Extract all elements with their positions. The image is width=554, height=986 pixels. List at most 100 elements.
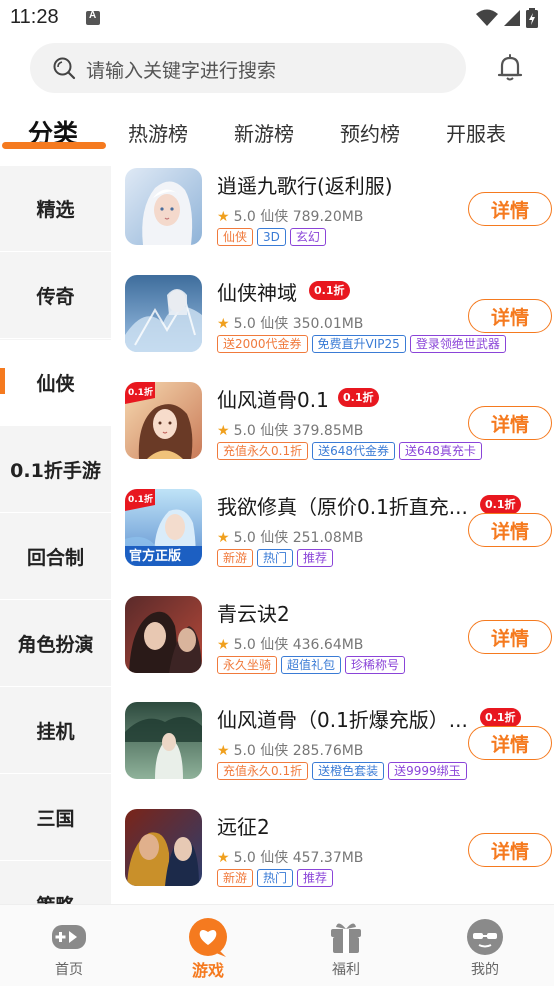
list-item[interactable]: 仙侠神域 0.1折 ★ 5.0 仙侠 350.01MB 送2000代金券 免费直升… bbox=[111, 271, 554, 378]
game-meta: ★ 5.0 仙侠 350.01MB bbox=[217, 313, 363, 333]
game-tag: 热门 bbox=[257, 549, 294, 567]
game-tag: 永久坐骑 bbox=[217, 656, 278, 674]
detail-button[interactable]: 详情 bbox=[468, 406, 552, 440]
star-icon: ★ bbox=[217, 209, 230, 225]
nav-label: 首页 bbox=[55, 962, 83, 978]
game-rating: 5.0 bbox=[233, 530, 256, 546]
game-category: 仙侠 bbox=[260, 743, 289, 759]
nav-games[interactable]: 游戏 bbox=[153, 905, 263, 986]
list-item[interactable]: 0.1折 仙风道骨0.1 0.1折 ★ 5.0 仙侠 379.85MB 充值永久0… bbox=[111, 378, 554, 485]
game-tag: 送9999绑玉 bbox=[388, 762, 467, 780]
game-tag: 超值礼包 bbox=[281, 656, 342, 674]
game-tags: 送2000代金券 免费直升VIP25 登录领绝世武器 bbox=[217, 335, 506, 353]
official-badge: 官方正版 bbox=[129, 549, 182, 564]
game-tag: 送2000代金券 bbox=[217, 335, 308, 353]
game-name: 仙风道骨0.1 bbox=[217, 388, 329, 412]
game-tags: 永久坐骑 超值礼包 珍稀称号 bbox=[217, 656, 406, 674]
star-icon: ★ bbox=[217, 423, 230, 439]
signal-icon bbox=[504, 10, 520, 26]
star-icon: ★ bbox=[217, 850, 230, 866]
game-rating: 5.0 bbox=[233, 743, 256, 759]
game-tag: 送橙色套装 bbox=[312, 762, 385, 780]
game-tag: 推荐 bbox=[297, 869, 334, 887]
game-name: 我欲修真（原价0.1折直充... bbox=[217, 495, 468, 519]
game-meta: ★ 5.0 仙侠 789.20MB bbox=[217, 206, 363, 226]
game-meta: ★ 5.0 仙侠 457.37MB bbox=[217, 847, 363, 867]
list-item[interactable]: 逍遥九歌行(返利服) ★ 5.0 仙侠 789.20MB 仙侠 3D 玄幻 详情 bbox=[111, 164, 554, 271]
game-tag: 充值永久0.1折 bbox=[217, 762, 309, 780]
list-item[interactable]: 青云诀2 ★ 5.0 仙侠 436.64MB 永久坐骑 超值礼包 珍稀称号 详情 bbox=[111, 592, 554, 699]
list-item[interactable]: 0.1折 官方正版 我欲修真（原价0.1折直充... 0.1折 ★ 5.0 仙侠 … bbox=[111, 485, 554, 592]
discount-badge: 0.1折 bbox=[338, 388, 379, 407]
avatar-icon bbox=[467, 919, 503, 955]
search-input[interactable]: 请输入关键字进行搜索 bbox=[30, 43, 466, 93]
game-rating: 5.0 bbox=[233, 423, 256, 439]
nav-label: 游戏 bbox=[191, 961, 224, 980]
game-tag: 新游 bbox=[217, 869, 254, 887]
game-meta: ★ 5.0 仙侠 251.08MB bbox=[217, 527, 363, 547]
game-tag: 3D bbox=[257, 228, 286, 246]
list-item[interactable]: 远征2 ★ 5.0 仙侠 457.37MB 新游 热门 推荐 详情 bbox=[111, 805, 554, 904]
game-rating: 5.0 bbox=[233, 850, 256, 866]
game-category: 仙侠 bbox=[260, 530, 289, 546]
battery-icon bbox=[526, 8, 538, 28]
icon-discount-badge: 0.1折 bbox=[128, 495, 153, 505]
tab-reserve[interactable]: 预约榜 bbox=[340, 118, 400, 147]
game-name: 远征2 bbox=[217, 815, 270, 839]
nav-mine[interactable]: 我的 bbox=[430, 905, 540, 986]
sidebar-item-discount[interactable]: 0.1折手游 bbox=[0, 427, 111, 513]
game-tag: 充值永久0.1折 bbox=[217, 442, 309, 460]
detail-button[interactable]: 详情 bbox=[468, 620, 552, 654]
game-tag: 送648真充卡 bbox=[399, 442, 482, 460]
sidebar-item-three-kingdoms[interactable]: 三国 bbox=[0, 775, 111, 861]
game-rating: 5.0 bbox=[233, 209, 256, 225]
search-icon bbox=[53, 57, 76, 80]
status-bar: 11:28 bbox=[0, 0, 554, 38]
sidebar-item-turn-based[interactable]: 回合制 bbox=[0, 514, 111, 600]
game-tags: 新游 热门 推荐 bbox=[217, 869, 334, 887]
game-icon bbox=[125, 168, 202, 245]
game-list: 逍遥九歌行(返利服) ★ 5.0 仙侠 789.20MB 仙侠 3D 玄幻 详情 … bbox=[111, 160, 554, 904]
game-icon bbox=[125, 596, 202, 673]
game-icon bbox=[125, 809, 202, 886]
tab-hot[interactable]: 热游榜 bbox=[128, 118, 188, 147]
detail-button[interactable]: 详情 bbox=[468, 513, 552, 547]
game-icon bbox=[125, 275, 202, 352]
sidebar-item-legend[interactable]: 传奇 bbox=[0, 253, 111, 339]
nav-welfare[interactable]: 福利 bbox=[291, 905, 401, 986]
list-item[interactable]: 仙风道骨（0.1折爆充版）... 0.1折 ★ 5.0 仙侠 285.76MB 充… bbox=[111, 698, 554, 805]
game-category: 仙侠 bbox=[260, 637, 289, 653]
detail-button[interactable]: 详情 bbox=[468, 192, 552, 226]
detail-button[interactable]: 详情 bbox=[468, 299, 552, 333]
game-category: 仙侠 bbox=[260, 850, 289, 866]
sidebar-item-xianxia[interactable]: 仙侠 bbox=[0, 340, 111, 426]
tab-new[interactable]: 新游榜 bbox=[234, 118, 294, 147]
discount-badge: 0.1折 bbox=[309, 281, 350, 300]
wifi-icon bbox=[476, 9, 498, 26]
discount-badge: 0.1折 bbox=[480, 708, 521, 727]
bell-icon[interactable] bbox=[494, 52, 526, 84]
star-icon: ★ bbox=[217, 316, 230, 332]
status-time: 11:28 bbox=[10, 6, 59, 28]
star-icon: ★ bbox=[217, 743, 230, 759]
game-size: 436.64MB bbox=[292, 637, 364, 653]
nav-label: 我的 bbox=[471, 962, 499, 978]
nav-home[interactable]: 首页 bbox=[14, 905, 124, 986]
gift-icon bbox=[331, 923, 361, 953]
game-icon bbox=[125, 702, 202, 779]
game-meta: ★ 5.0 仙侠 436.64MB bbox=[217, 634, 363, 654]
game-size: 285.76MB bbox=[292, 743, 364, 759]
game-tag: 送648代金券 bbox=[312, 442, 395, 460]
detail-button[interactable]: 详情 bbox=[468, 833, 552, 867]
sidebar-item-strategy[interactable]: 策略 bbox=[0, 862, 111, 904]
sidebar-item-featured[interactable]: 精选 bbox=[0, 166, 111, 252]
nav-label: 福利 bbox=[332, 962, 360, 978]
game-tag: 新游 bbox=[217, 549, 254, 567]
tab-server[interactable]: 开服表 bbox=[446, 118, 506, 147]
game-category: 仙侠 bbox=[260, 316, 289, 332]
detail-button[interactable]: 详情 bbox=[468, 726, 552, 760]
notification-icon bbox=[86, 10, 100, 25]
game-tag: 推荐 bbox=[297, 549, 334, 567]
sidebar-item-rpg[interactable]: 角色扮演 bbox=[0, 601, 111, 687]
sidebar-item-idle[interactable]: 挂机 bbox=[0, 688, 111, 774]
